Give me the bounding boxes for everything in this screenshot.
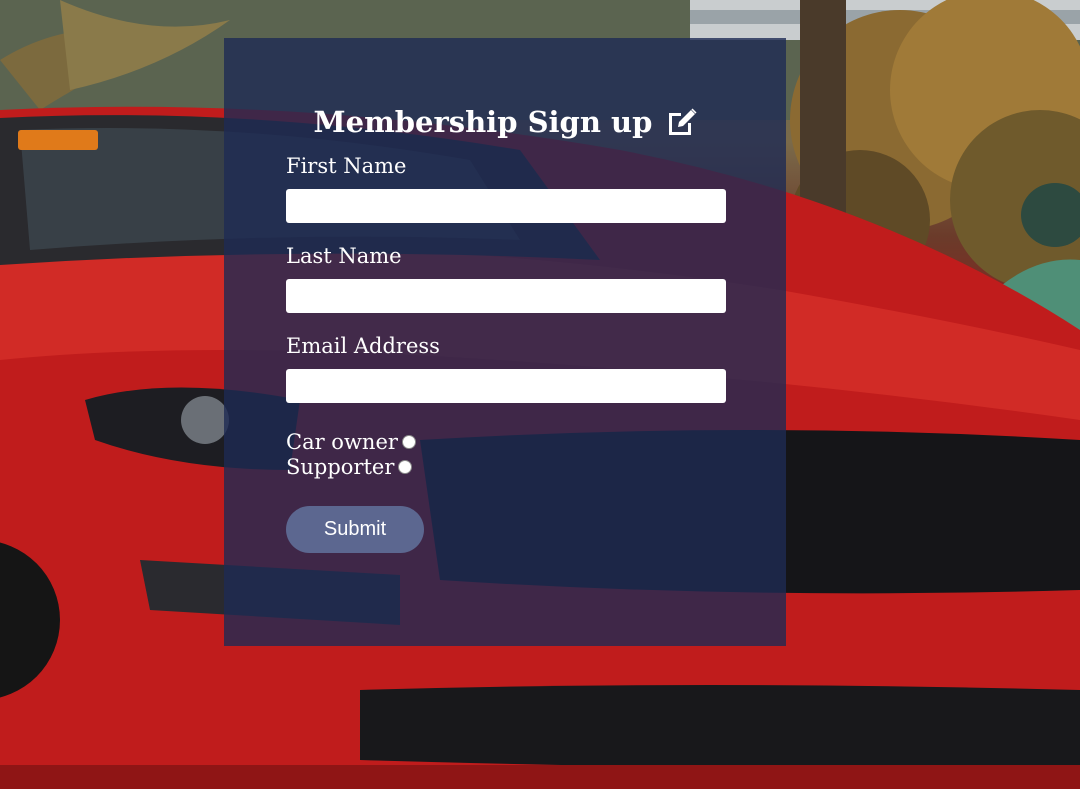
email-address-label: Email Address: [286, 334, 440, 358]
radio-option-car-owner[interactable]: Car owner: [286, 429, 726, 454]
form-title: Membership Sign up: [286, 102, 726, 142]
supporter-radio[interactable]: [398, 459, 413, 474]
last-name-field[interactable]: [286, 279, 726, 313]
first-name-field[interactable]: [286, 189, 726, 223]
first-name-label: First Name: [286, 154, 407, 178]
radio-option-supporter[interactable]: Supporter: [286, 454, 726, 479]
edit-icon: [666, 106, 698, 146]
last-name-label: Last Name: [286, 244, 402, 268]
email-field[interactable]: [286, 369, 726, 403]
submit-button[interactable]: Submit: [286, 506, 424, 553]
signup-form-panel: Membership Sign up First Name Last Name …: [224, 38, 786, 646]
form-title-text: Membership Sign up: [313, 105, 653, 139]
car-owner-label: Car owner: [286, 430, 398, 454]
membership-type-radio-group: Car owner Supporter: [286, 429, 726, 479]
car-owner-radio[interactable]: [401, 434, 416, 449]
supporter-label: Supporter: [286, 455, 395, 479]
